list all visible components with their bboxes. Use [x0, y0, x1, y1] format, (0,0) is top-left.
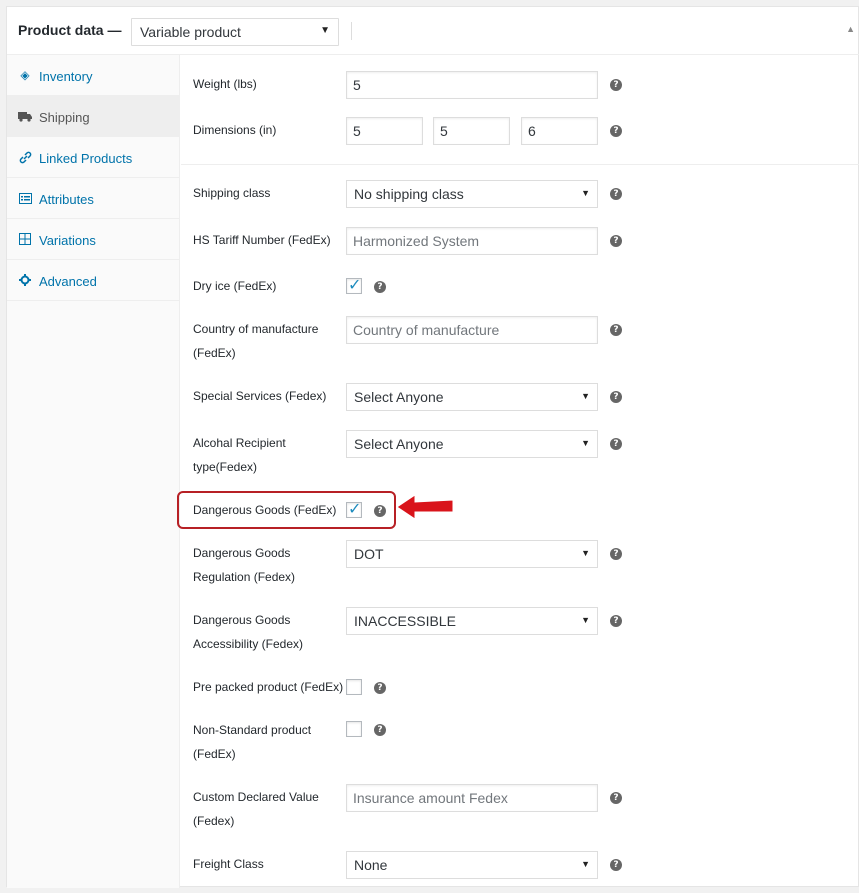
- tab-label: Advanced: [39, 274, 97, 289]
- special-services-value: Select Anyone: [354, 389, 444, 405]
- header-separator: [351, 22, 352, 40]
- truck-icon: [18, 109, 32, 123]
- tab-label: Linked Products: [39, 151, 133, 166]
- dg-regulation-label-line2: Regulation (Fedex): [193, 570, 296, 584]
- declared-value-label-line1: Custom Declared Value: [193, 790, 319, 804]
- gear-icon: [18, 273, 32, 287]
- help-icon[interactable]: ?: [610, 79, 622, 91]
- section-divider: [181, 164, 859, 165]
- help-icon[interactable]: ?: [374, 724, 386, 736]
- alcohol-recipient-select[interactable]: Select Anyone ▼: [346, 430, 598, 458]
- product-type-select[interactable]: Variable product ▼: [131, 18, 339, 46]
- width-field[interactable]: 5: [433, 117, 510, 145]
- chevron-down-icon: ▼: [320, 25, 330, 36]
- list-icon: [18, 191, 32, 205]
- help-icon[interactable]: ?: [374, 281, 386, 293]
- dg-accessibility-select[interactable]: INACCESSIBLE ▼: [346, 607, 598, 635]
- product-data-panel: Product data — Variable product ▼ ▲ ◈ In…: [6, 6, 859, 888]
- product-data-header: Product data — Variable product ▼ ▲: [7, 7, 859, 55]
- product-data-title: Product data —: [18, 22, 122, 38]
- chevron-down-icon: ▼: [581, 391, 590, 401]
- help-icon[interactable]: ?: [374, 682, 386, 694]
- tab-label: Shipping: [39, 110, 90, 125]
- help-icon[interactable]: ?: [610, 548, 622, 560]
- non-standard-checkbox[interactable]: [346, 721, 362, 737]
- shipping-class-label: Shipping class: [193, 186, 271, 200]
- weight-field[interactable]: 5: [346, 71, 598, 99]
- alcohol-label-line2: type(Fedex): [193, 460, 258, 474]
- help-icon[interactable]: ?: [610, 235, 622, 247]
- weight-label: Weight (lbs): [193, 77, 257, 91]
- freight-class-select[interactable]: None ▼: [346, 851, 598, 879]
- help-icon[interactable]: ?: [610, 188, 622, 200]
- declared-value-field[interactable]: Insurance amount Fedex: [346, 784, 598, 812]
- dry-ice-checkbox[interactable]: ✓: [346, 277, 362, 294]
- shipping-panel: Weight (lbs) 5 ? Dimensions (in) 5 5 6 ?…: [177, 55, 859, 888]
- chevron-down-icon: ▼: [581, 859, 590, 869]
- tab-linked-products[interactable]: Linked Products: [7, 137, 179, 178]
- tab-label: Inventory: [39, 69, 93, 84]
- tab-variations[interactable]: Variations: [7, 219, 179, 260]
- tab-label: Variations: [39, 233, 96, 248]
- product-type-value: Variable product: [140, 24, 241, 40]
- declared-value-label-line2: (Fedex): [193, 814, 235, 828]
- help-icon[interactable]: ?: [610, 324, 622, 336]
- help-icon[interactable]: ?: [610, 792, 622, 804]
- dg-regulation-value: DOT: [354, 546, 384, 562]
- help-icon[interactable]: ?: [610, 438, 622, 450]
- chevron-down-icon: ▼: [581, 188, 590, 198]
- chevron-down-icon: ▼: [581, 548, 590, 558]
- dg-accessibility-label-line2: Accessibility (Fedex): [193, 637, 304, 651]
- special-services-label: Special Services (Fedex): [193, 389, 327, 403]
- help-icon[interactable]: ?: [610, 859, 622, 871]
- hs-tariff-label: HS Tariff Number (FedEx): [193, 233, 331, 247]
- collapse-toggle-icon[interactable]: ▲: [846, 24, 855, 34]
- alcohol-label-line1: Alcohal Recipient: [193, 436, 286, 450]
- product-data-tabs: ◈ Inventory Shipping Linked Products Att…: [7, 55, 180, 888]
- help-icon[interactable]: ?: [610, 125, 622, 137]
- shipping-class-select[interactable]: No shipping class ▼: [346, 180, 598, 208]
- dg-accessibility-value: INACCESSIBLE: [354, 613, 456, 629]
- tab-advanced[interactable]: Advanced: [7, 260, 179, 301]
- grid-icon: [18, 232, 32, 246]
- country-label-line2: (FedEx): [193, 346, 236, 360]
- pre-packed-label: Pre packed product (FedEx): [193, 680, 344, 694]
- freight-class-value: None: [354, 857, 388, 873]
- tab-attributes[interactable]: Attributes: [7, 178, 179, 219]
- tab-label: Attributes: [39, 192, 94, 207]
- link-icon: [18, 150, 32, 164]
- height-field[interactable]: 6: [521, 117, 598, 145]
- chevron-down-icon: ▼: [581, 438, 590, 448]
- dimensions-label: Dimensions (in): [193, 123, 277, 137]
- help-icon[interactable]: ?: [374, 505, 386, 517]
- country-label-line1: Country of manufacture: [193, 322, 319, 336]
- check-icon: ✓: [348, 277, 362, 294]
- dg-regulation-select[interactable]: DOT ▼: [346, 540, 598, 568]
- non-standard-label-line2: (FedEx): [193, 747, 236, 761]
- chevron-down-icon: ▼: [581, 615, 590, 625]
- tab-shipping[interactable]: Shipping: [7, 96, 179, 137]
- dg-regulation-label-line1: Dangerous Goods: [193, 546, 291, 560]
- shipping-class-value: No shipping class: [354, 186, 464, 202]
- pre-packed-checkbox[interactable]: [346, 679, 362, 695]
- tab-inventory[interactable]: ◈ Inventory: [7, 55, 179, 96]
- dg-accessibility-label-line1: Dangerous Goods: [193, 613, 291, 627]
- help-icon[interactable]: ?: [610, 615, 622, 627]
- check-icon: ✓: [348, 501, 362, 518]
- tag-icon: ◈: [20, 68, 30, 82]
- freight-class-label: Freight Class: [193, 857, 264, 871]
- dangerous-goods-label: Dangerous Goods (FedEx): [193, 503, 337, 517]
- alcohol-recipient-value: Select Anyone: [354, 436, 444, 452]
- non-standard-label-line1: Non-Standard product: [193, 723, 312, 737]
- annotation-arrow-icon: [396, 494, 454, 520]
- hs-tariff-field[interactable]: Harmonized System: [346, 227, 598, 255]
- dangerous-goods-checkbox[interactable]: ✓: [346, 501, 362, 518]
- dry-ice-label: Dry ice (FedEx): [193, 279, 277, 293]
- help-icon[interactable]: ?: [610, 391, 622, 403]
- length-field[interactable]: 5: [346, 117, 423, 145]
- country-field[interactable]: Country of manufacture: [346, 316, 598, 344]
- special-services-select[interactable]: Select Anyone ▼: [346, 383, 598, 411]
